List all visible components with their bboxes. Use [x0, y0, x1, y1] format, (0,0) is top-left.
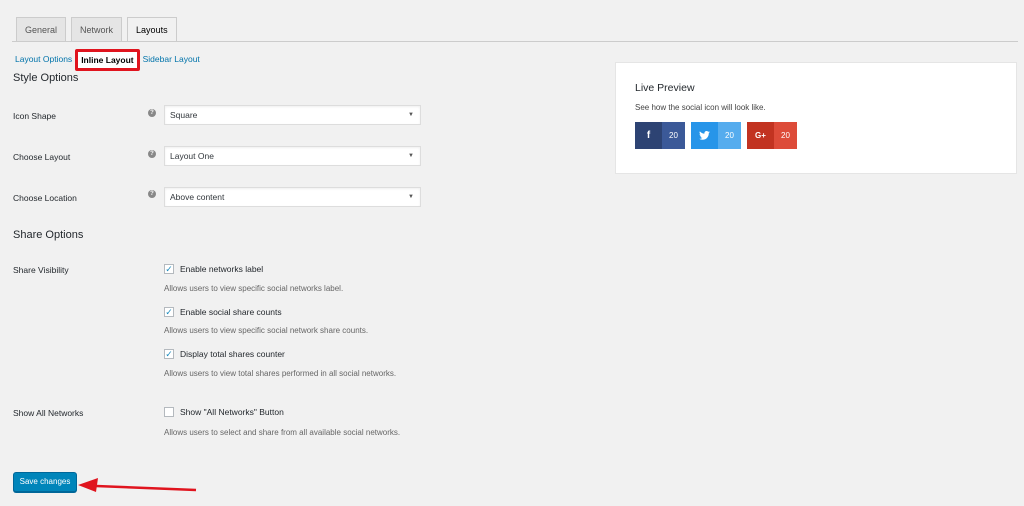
red-arrow-annotation: [78, 478, 197, 492]
save-changes-button[interactable]: Save changes: [13, 472, 77, 492]
choose-layout-select[interactable]: Layout One ▼: [164, 146, 421, 166]
checkbox-unchecked-icon[interactable]: [164, 407, 174, 417]
caret-down-icon: ▼: [408, 112, 414, 118]
checkbox-label: Display total shares counter: [180, 349, 285, 359]
enable-share-counts-checkbox[interactable]: ✓ Enable social share counts: [164, 307, 282, 317]
facebook-share-button[interactable]: f 20: [635, 122, 685, 149]
choose-location-label: Choose Location: [13, 193, 77, 203]
caret-down-icon: ▼: [408, 194, 414, 200]
tabs-divider: [12, 41, 1018, 42]
subnav-layout-options[interactable]: Layout Options: [15, 54, 72, 64]
share-visibility-label: Share Visibility: [13, 265, 69, 275]
subnav-sidebar-layout[interactable]: Sidebar Layout: [143, 54, 200, 64]
tab-general[interactable]: General: [16, 17, 67, 41]
icon-shape-value: Square: [170, 110, 198, 120]
tab-layouts[interactable]: Layouts: [127, 17, 177, 42]
help-icon[interactable]: ?: [148, 150, 156, 158]
checkbox-description: Allows users to view total shares perfor…: [164, 369, 397, 378]
live-preview-panel: Live Preview See how the social icon wil…: [615, 62, 1017, 174]
enable-networks-label-checkbox[interactable]: ✓ Enable networks label: [164, 264, 263, 274]
help-icon[interactable]: ?: [148, 190, 156, 198]
show-all-networks-checkbox[interactable]: Show "All Networks" Button: [164, 407, 284, 417]
checkbox-description: Allows users to view specific social net…: [164, 284, 344, 293]
checkbox-checked-icon[interactable]: ✓: [164, 349, 174, 359]
google-plus-icon: G+: [747, 122, 774, 149]
subnav-inline-layout[interactable]: Inline Layout: [75, 49, 140, 71]
share-count: 20: [774, 122, 797, 149]
icon-shape-select[interactable]: Square ▼: [164, 105, 421, 125]
choose-layout-value: Layout One: [170, 151, 214, 161]
help-icon[interactable]: ?: [148, 109, 156, 117]
checkbox-checked-icon[interactable]: ✓: [164, 307, 174, 317]
display-total-shares-checkbox[interactable]: ✓ Display total shares counter: [164, 349, 285, 359]
icon-shape-label: Icon Shape: [13, 111, 57, 121]
live-preview-description: See how the social icon will look like.: [635, 103, 766, 112]
live-preview-title: Live Preview: [635, 82, 695, 94]
google-plus-share-button[interactable]: G+ 20: [747, 122, 797, 149]
share-count: 20: [662, 122, 685, 149]
show-all-networks-label: Show All Networks: [13, 408, 84, 418]
choose-layout-label: Choose Layout: [13, 152, 71, 162]
share-options-title: Share Options: [13, 229, 84, 241]
checkbox-label: Enable social share counts: [180, 307, 282, 317]
facebook-icon: f: [635, 122, 662, 149]
style-options-title: Style Options: [13, 72, 79, 84]
caret-down-icon: ▼: [408, 153, 414, 159]
choose-location-select[interactable]: Above content ▼: [164, 187, 421, 207]
checkbox-label: Show "All Networks" Button: [180, 407, 284, 417]
share-count: 20: [718, 122, 741, 149]
settings-tabs: General Network Layouts: [16, 17, 177, 42]
checkbox-description: Allows users to view specific social net…: [164, 326, 369, 335]
checkbox-label: Enable networks label: [180, 264, 264, 274]
twitter-share-button[interactable]: 20: [691, 122, 741, 149]
share-buttons-preview: f 20 20 G+ 20: [635, 122, 797, 149]
layout-subnav: Layout Options Inline Layout Sidebar Lay…: [15, 48, 200, 71]
checkbox-description: Allows users to select and share from al…: [164, 428, 401, 437]
choose-location-value: Above content: [170, 192, 225, 202]
twitter-icon: [691, 122, 718, 149]
tab-network[interactable]: Network: [71, 17, 123, 41]
checkbox-checked-icon[interactable]: ✓: [164, 264, 174, 274]
